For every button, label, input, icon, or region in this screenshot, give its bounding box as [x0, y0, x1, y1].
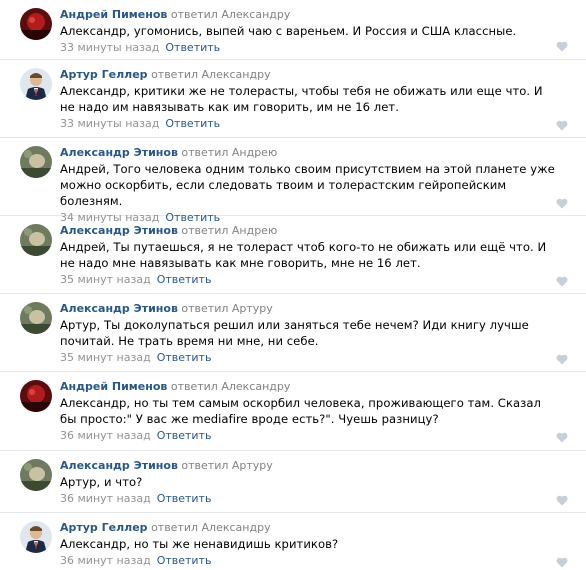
comment-text: Александр, угомонись, выпей чаю с варень… — [60, 24, 517, 38]
comment-timestamp[interactable]: 36 минут назад — [60, 554, 151, 567]
avatar-artur[interactable] — [20, 68, 52, 100]
like-heart-icon[interactable] — [556, 354, 568, 365]
comment-author[interactable]: Александр Этинов — [60, 146, 178, 159]
comment-timestamp[interactable]: 35 минут назад — [60, 273, 151, 286]
like-heart-icon[interactable] — [556, 495, 568, 506]
comment-timestamp[interactable]: 35 минут назад — [60, 351, 151, 364]
like-heart-icon[interactable] — [556, 120, 568, 131]
reply-button[interactable]: Ответить — [165, 41, 220, 54]
avatar-aleksandr[interactable] — [20, 224, 52, 256]
comment-timestamp[interactable]: 36 минут назад — [60, 492, 151, 505]
reply-button[interactable]: Ответить — [157, 351, 212, 364]
avatar-andrey[interactable] — [20, 380, 52, 412]
like-heart-icon[interactable] — [556, 557, 568, 568]
comment-text: Андрей, Ты путаешься, я не толераст чтоб… — [60, 240, 547, 270]
comment-author[interactable]: Андрей Пименов — [60, 380, 167, 393]
comment-item: Александр Этинов ответил Андрею Андрей, … — [0, 138, 586, 224]
like-heart-icon[interactable] — [556, 41, 568, 52]
reply-button[interactable]: Ответить — [157, 429, 212, 442]
comment-text: Александр, критики же не толерасты, чтоб… — [60, 84, 543, 114]
comment-item: Артур Геллер ответил Александру Александ… — [0, 60, 586, 138]
comment-timestamp[interactable]: 33 минуты назад — [60, 117, 159, 130]
comment-feed: Андрей Пименов ответил Александру Алекса… — [0, 0, 586, 570]
reply-target: ответил Александру — [170, 8, 291, 21]
comment-text: Александр, но ты же ненавидишь критиков? — [60, 537, 339, 551]
reply-target: ответил Александру — [151, 68, 271, 81]
reply-target: ответил Александру — [151, 521, 271, 534]
reply-button[interactable]: Ответить — [165, 117, 220, 130]
reply-target: ответил Андрею — [181, 146, 278, 159]
avatar-artur[interactable] — [20, 521, 52, 553]
avatar-aleksandr[interactable] — [20, 146, 52, 178]
comment-text: Александр, но ты тем самым оскорбил чело… — [60, 396, 541, 426]
avatar-aleksandr[interactable] — [20, 459, 52, 491]
reply-target: ответил Артуру — [181, 302, 273, 315]
avatar-aleksandr[interactable] — [20, 302, 52, 334]
comment-item: Андрей Пименов ответил Александру Алекса… — [0, 372, 586, 451]
comment-author[interactable]: Андрей Пименов — [60, 8, 167, 21]
reply-button[interactable]: Ответить — [157, 492, 212, 505]
comment-author[interactable]: Александр Этинов — [60, 302, 178, 315]
comment-item: Александр Этинов ответил Артуру Артур, и… — [0, 451, 586, 513]
reply-button[interactable]: Ответить — [157, 554, 212, 567]
avatar-andrey[interactable] — [20, 8, 52, 40]
reply-button[interactable]: Ответить — [157, 273, 212, 286]
reply-target: ответил Александру — [170, 380, 291, 393]
comment-item: Александр Этинов ответил Артуру Артур, Т… — [0, 294, 586, 372]
comment-timestamp[interactable]: 33 минуты назад — [60, 41, 159, 54]
comment-text: Андрей, Того человека одним только своим… — [60, 162, 555, 208]
comment-item: Андрей Пименов ответил Александру Алекса… — [0, 0, 586, 60]
comment-text: Артур, Ты доколупаться решил или занятьс… — [60, 318, 529, 348]
reply-target: ответил Андрею — [181, 224, 278, 237]
comment-item: Александр Этинов ответил Андрею Андрей, … — [0, 216, 586, 294]
comment-author[interactable]: Александр Этинов — [60, 459, 178, 472]
like-heart-icon[interactable] — [556, 198, 568, 209]
like-heart-icon[interactable] — [556, 276, 568, 287]
comment-author[interactable]: Александр Этинов — [60, 224, 178, 237]
comment-text: Артур, и что? — [60, 475, 143, 489]
comment-author[interactable]: Артур Геллер — [60, 521, 148, 534]
like-heart-icon[interactable] — [556, 432, 568, 443]
reply-target: ответил Артуру — [181, 459, 273, 472]
comment-timestamp[interactable]: 36 минут назад — [60, 429, 151, 442]
comment-item: Артур Геллер ответил Александру Александ… — [0, 513, 586, 570]
comment-author[interactable]: Артур Геллер — [60, 68, 148, 81]
